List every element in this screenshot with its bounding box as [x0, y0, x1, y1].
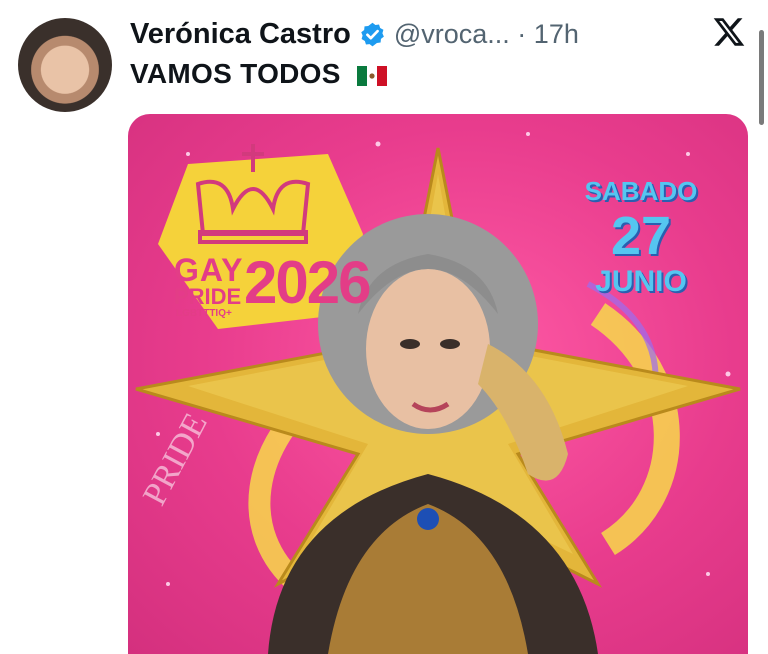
post-media-image[interactable]: GAY PRIDE 2026 LGBTTTIQ+ SABADO 27 JUNIO… — [128, 114, 748, 654]
logo-year-text: 2026 — [244, 249, 371, 316]
event-day-number: 27 — [610, 206, 672, 266]
x-logo-icon[interactable] — [712, 15, 746, 49]
separator-dot: · — [517, 18, 527, 49]
logo-subtitle: LGBTTTIQ+ — [176, 308, 232, 319]
author-avatar[interactable] — [18, 18, 112, 112]
post-header: Verónica Castro @vroca... · 17h — [130, 14, 768, 54]
author-name[interactable]: Verónica Castro — [130, 18, 351, 51]
logo-pride-text: PRIDE — [174, 284, 242, 309]
post-text-content: VAMOS TODOS — [130, 58, 341, 89]
mexico-flag-icon — [356, 65, 387, 86]
verified-badge-icon — [361, 22, 384, 46]
scrollbar[interactable] — [759, 30, 764, 125]
post-text: VAMOS TODOS — [130, 58, 387, 90]
post-timestamp[interactable]: 17h — [534, 19, 579, 50]
event-month: JUNIO — [595, 265, 687, 298]
event-day: SABADO — [584, 176, 698, 206]
event-date: SABADO 27 JUNIO — [576, 176, 706, 299]
author-handle[interactable]: @vroca... — [394, 19, 510, 50]
